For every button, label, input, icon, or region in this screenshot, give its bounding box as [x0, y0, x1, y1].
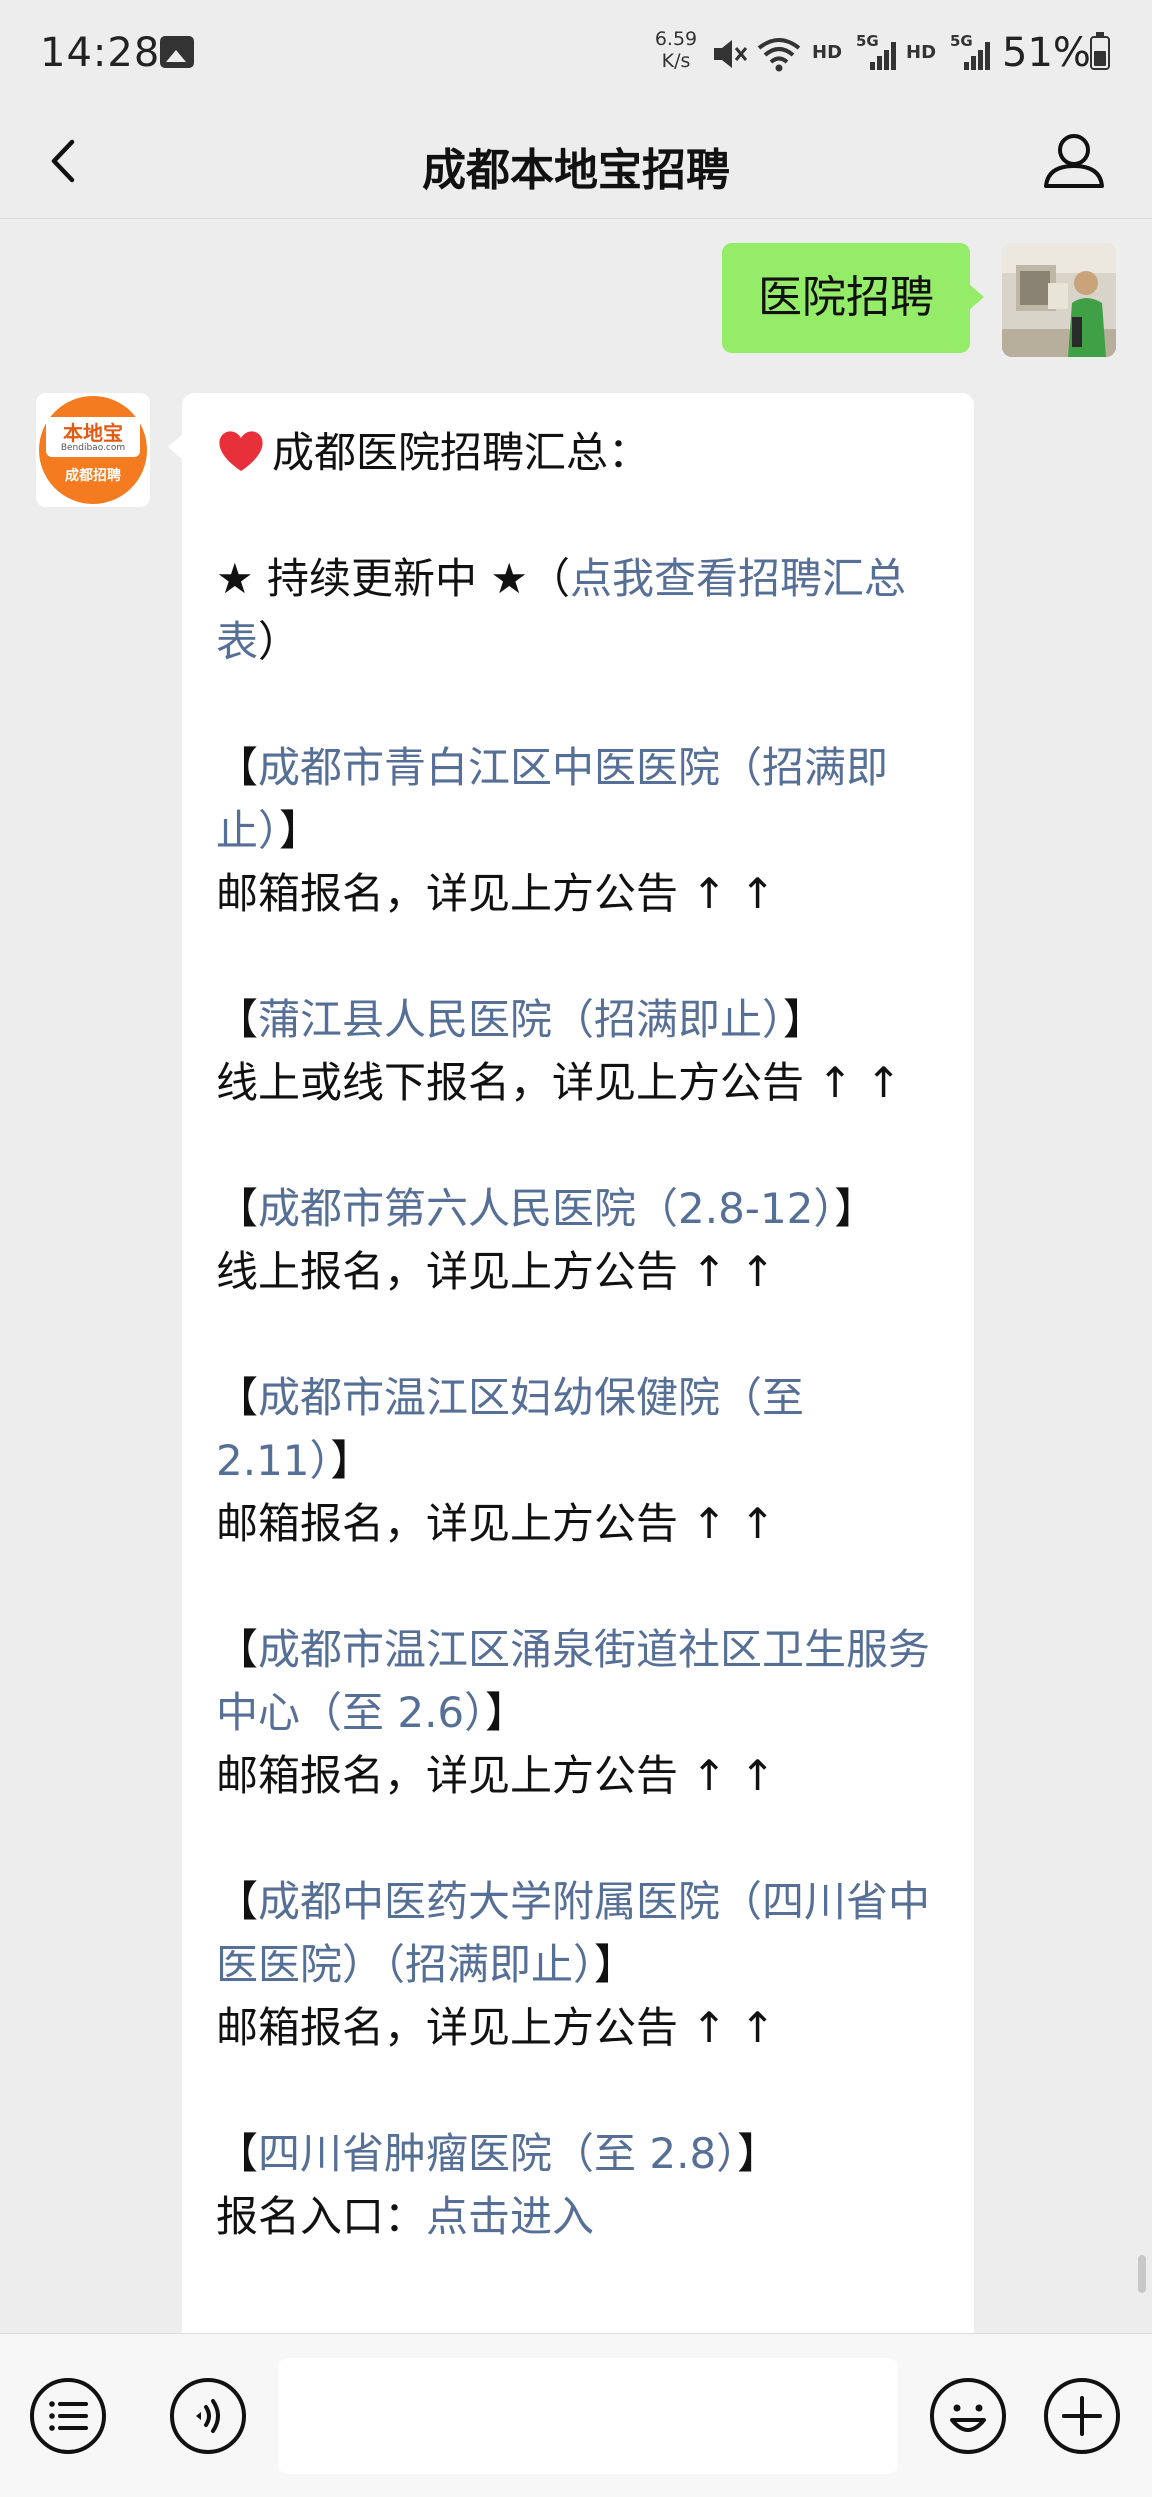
job-note: 邮箱报名，详见上方公告 ↑ ↑: [216, 1751, 776, 1800]
job-entry: 【成都市青白江区中医医院（招满即止）】: [216, 743, 889, 855]
chat-input-bar: [0, 2333, 1152, 2497]
signup-entry-link[interactable]: 点击进入: [426, 2192, 594, 2241]
my-avatar[interactable]: [1002, 243, 1116, 357]
list-icon: [30, 2378, 106, 2454]
battery-percent: 51%: [1002, 30, 1091, 76]
job-entry: 【蒲江县人民医院（招满即止）】: [216, 995, 826, 1044]
job-note: 邮箱报名，详见上方公告 ↑ ↑: [216, 1499, 776, 1548]
plus-icon: [1044, 2378, 1120, 2454]
job-link[interactable]: 蒲江县人民医院（招满即止）: [258, 995, 783, 1044]
voice-icon: [170, 2378, 246, 2454]
mute-icon: [708, 34, 748, 74]
more-button[interactable]: [1042, 2376, 1122, 2456]
user-icon: [1044, 134, 1104, 188]
chat-header: 成都本地宝招聘: [0, 106, 1152, 219]
job-entry: 【成都中医药大学附属医院（四川省中医医院）（招满即止）】: [216, 1877, 931, 1989]
job-note: 邮箱报名，详见上方公告 ↑ ↑: [216, 869, 776, 918]
job-note: 报名入口：点击进入: [216, 2192, 595, 2241]
job-link[interactable]: 成都市温江区涌泉街道社区卫生服务中心（至 2.6）: [216, 1625, 930, 1737]
gallery-notification-icon: [160, 36, 194, 68]
job-note: 线上或线下报名，详见上方公告 ↑ ↑: [216, 1058, 902, 1107]
job-note: 邮箱报名，详见上方公告 ↑ ↑: [216, 2003, 776, 2052]
bendibao-avatar[interactable]: 本地宝 Bendibao.com 成都招聘: [36, 393, 150, 507]
incoming-message[interactable]: 成都医院招聘汇总： ★ 持续更新中 ★（点我查看招聘汇总表） 【成都市青白江区中…: [168, 393, 974, 2333]
avatar-brand-text: 本地宝: [63, 421, 123, 445]
chat-title: 成都本地宝招聘: [422, 145, 730, 196]
job-entry: 【成都市第六人民医院（2.8-12）】: [216, 1184, 877, 1233]
status-bar: 14:28 6.59 K/s HD 5G HD 5G 51%: [0, 0, 1152, 106]
scrollbar-thumb[interactable]: [1138, 2255, 1146, 2293]
status-time: 14:28: [40, 30, 161, 76]
hd-indicator-2: HD: [906, 42, 937, 63]
avatar-sub-text: 成都招聘: [65, 468, 121, 484]
update-line: ★ 持续更新中 ★（点我查看招聘汇总表）: [216, 554, 907, 666]
outgoing-message[interactable]: 医院招聘: [722, 243, 984, 353]
job-entry: 【成都市温江区涌泉街道社区卫生服务中心（至 2.6）】: [216, 1625, 931, 1737]
menu-button[interactable]: [28, 2376, 108, 2456]
job-link[interactable]: 成都中医药大学附属医院（四川省中医医院）（招满即止）: [216, 1877, 930, 1989]
wifi-icon: [756, 34, 802, 74]
job-link[interactable]: 成都市第六人民医院（2.8-12）: [258, 1184, 834, 1233]
chat-messages[interactable]: 医院招聘 本地宝 Bendibao.com 成都招聘 成都医院招聘汇总： ★ 持: [0, 219, 1152, 2333]
battery-icon: [1090, 32, 1110, 70]
network-speed: 6.59 K/s: [654, 28, 698, 72]
hd-indicator: HD: [812, 42, 843, 63]
avatar-site-text: Bendibao.com: [60, 443, 126, 453]
emoji-icon: [930, 2378, 1006, 2454]
job-entry: 【成都市温江区妇幼保健院（至 2.11）】: [216, 1373, 805, 1485]
message-input[interactable]: [278, 2358, 898, 2474]
signal-5g-icon-2: 5G: [950, 32, 994, 72]
heart-icon: [216, 427, 266, 473]
job-entry: 【四川省肿瘤医院（至 2.8）】: [216, 2129, 780, 2178]
voice-button[interactable]: [168, 2376, 248, 2456]
job-link[interactable]: 成都市温江区妇幼保健院（至 2.11）: [216, 1373, 804, 1485]
message-heading: 成都医院招聘汇总：: [216, 421, 940, 484]
job-note: 线上报名，详见上方公告 ↑ ↑: [216, 1247, 776, 1296]
job-link[interactable]: 四川省肿瘤医院（至 2.8）: [258, 2129, 737, 2178]
emoji-button[interactable]: [928, 2376, 1008, 2456]
profile-button[interactable]: [1036, 122, 1112, 198]
signal-5g-icon: 5G: [856, 32, 900, 72]
